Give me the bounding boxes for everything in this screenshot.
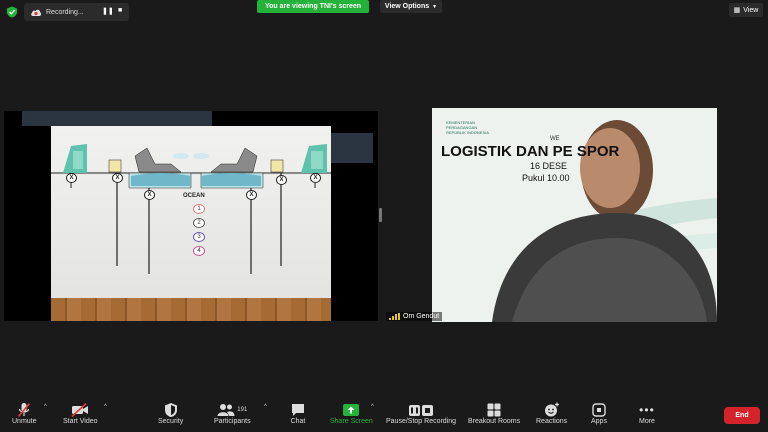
reactions-label: Reactions (536, 418, 568, 425)
smiley-plus-icon (544, 402, 559, 417)
security-button[interactable]: Security (158, 402, 183, 425)
pause-stop-recording-button[interactable]: ❚❚ Pause/Stop Recording (386, 402, 456, 425)
share-screen-label: Share Screen (330, 418, 373, 425)
slide-side-block (330, 133, 373, 163)
wooden-floor (51, 298, 331, 321)
apps-icon (592, 403, 606, 417)
chat-label: Chat (290, 418, 306, 425)
ocean-number-4: 4 (193, 246, 205, 256)
view-button[interactable]: ▦ View (729, 3, 763, 17)
video-camera-off-icon (71, 402, 89, 418)
x-marker: X (112, 173, 123, 183)
view-options-button[interactable]: View Options ▼ (380, 0, 442, 13)
share-screen-button[interactable]: Share Screen (330, 402, 373, 425)
pause-icon: ❚❚ (409, 404, 421, 416)
stop-recording-icon[interactable]: ■ (118, 7, 122, 14)
microphone-muted-icon (18, 402, 31, 418)
reactions-button[interactable]: Reactions (536, 402, 567, 425)
security-shield-icon (164, 403, 177, 417)
participant-video[interactable]: KEMENTERIAN PERDAGANGAN REPUBLIK INDONESIA… (432, 108, 717, 322)
ministry-logo-text: KEMENTERIAN PERDAGANGAN REPUBLIK INDONESIA (446, 120, 489, 135)
x-marker: X (144, 190, 155, 200)
zoom-meeting-window: Recording... ❚❚ ■ You are viewing TNI's … (0, 0, 768, 432)
recording-label: Recording... (46, 8, 84, 16)
participants-options-chevron-icon[interactable]: ^ (264, 404, 267, 410)
breakout-rooms-grid-icon (487, 403, 501, 417)
ocean-number-1: 1 (193, 204, 205, 214)
chat-bubble-icon (292, 404, 304, 416)
cloud-recording-icon (31, 9, 42, 16)
x-marker: X (276, 175, 287, 185)
ocean-number-3: 3 (193, 232, 205, 242)
slide-partial-text: WE (550, 136, 560, 142)
participants-label: Participants (214, 418, 251, 425)
chat-button[interactable]: Chat (290, 402, 306, 425)
unmute-button[interactable]: Unmute (12, 402, 37, 425)
audio-options-chevron-icon[interactable]: ^ (44, 404, 47, 410)
recording-indicator: Recording... ❚❚ ■ (24, 3, 129, 21)
view-options-label: View Options (384, 3, 430, 10)
slide-title: LOGISTIK DAN PE SPOR (441, 143, 620, 160)
start-video-label: Start Video (63, 418, 98, 425)
breakout-rooms-button[interactable]: Breakout Rooms (468, 402, 520, 425)
end-meeting-button[interactable]: End (724, 407, 760, 424)
pause-recording-icon[interactable]: ❚❚ (102, 7, 114, 15)
shield-icon[interactable] (6, 6, 18, 18)
video-options-chevron-icon[interactable]: ^ (104, 404, 107, 410)
breakout-rooms-label: Breakout Rooms (468, 418, 521, 425)
participant-name: Om Gendut (403, 313, 440, 320)
participants-count: 191 (237, 407, 248, 413)
participant-name-tag: Om Gendut (386, 312, 443, 321)
participants-button[interactable]: 191 Participants (214, 402, 251, 425)
viewing-screen-banner: You are viewing TNI's screen (257, 0, 369, 13)
more-button[interactable]: ••• More (639, 402, 655, 425)
slide-backdrop-graphic (492, 120, 717, 322)
view-label: View (743, 6, 759, 14)
split-resize-handle[interactable] (379, 208, 382, 222)
apps-button[interactable]: Apps (591, 402, 607, 425)
grid-view-icon: ▦ (733, 7, 741, 14)
slide-time: Pukul 10.00 (522, 173, 570, 183)
more-label: More (639, 418, 655, 425)
participants-icon (217, 404, 235, 416)
slide-header-block (22, 111, 212, 126)
unmute-label: Unmute (12, 418, 37, 425)
shared-screen: X X X X X X OCEAN 1 2 3 4 (4, 111, 378, 321)
logistics-illustration: X X X X X X OCEAN 1 2 3 4 (51, 126, 331, 321)
share-screen-arrow-icon (343, 404, 360, 416)
apps-label: Apps (591, 418, 607, 425)
x-marker: X (66, 173, 77, 183)
ocean-label: OCEAN (183, 193, 205, 199)
signal-strength-icon (389, 313, 400, 320)
x-marker: X (310, 173, 321, 183)
pause-stop-recording-label: Pause/Stop Recording (386, 418, 457, 425)
illustration-graphic (51, 144, 331, 274)
share-options-chevron-icon[interactable]: ^ (371, 404, 374, 410)
x-marker: X (246, 190, 257, 200)
more-dots-icon: ••• (639, 403, 655, 417)
start-video-button[interactable]: Start Video (63, 402, 98, 425)
stop-icon (422, 404, 434, 416)
slide-date: 16 DESE (530, 161, 568, 171)
chevron-down-icon: ▼ (432, 3, 438, 10)
security-label: Security (158, 418, 184, 425)
ocean-number-2: 2 (193, 218, 205, 228)
